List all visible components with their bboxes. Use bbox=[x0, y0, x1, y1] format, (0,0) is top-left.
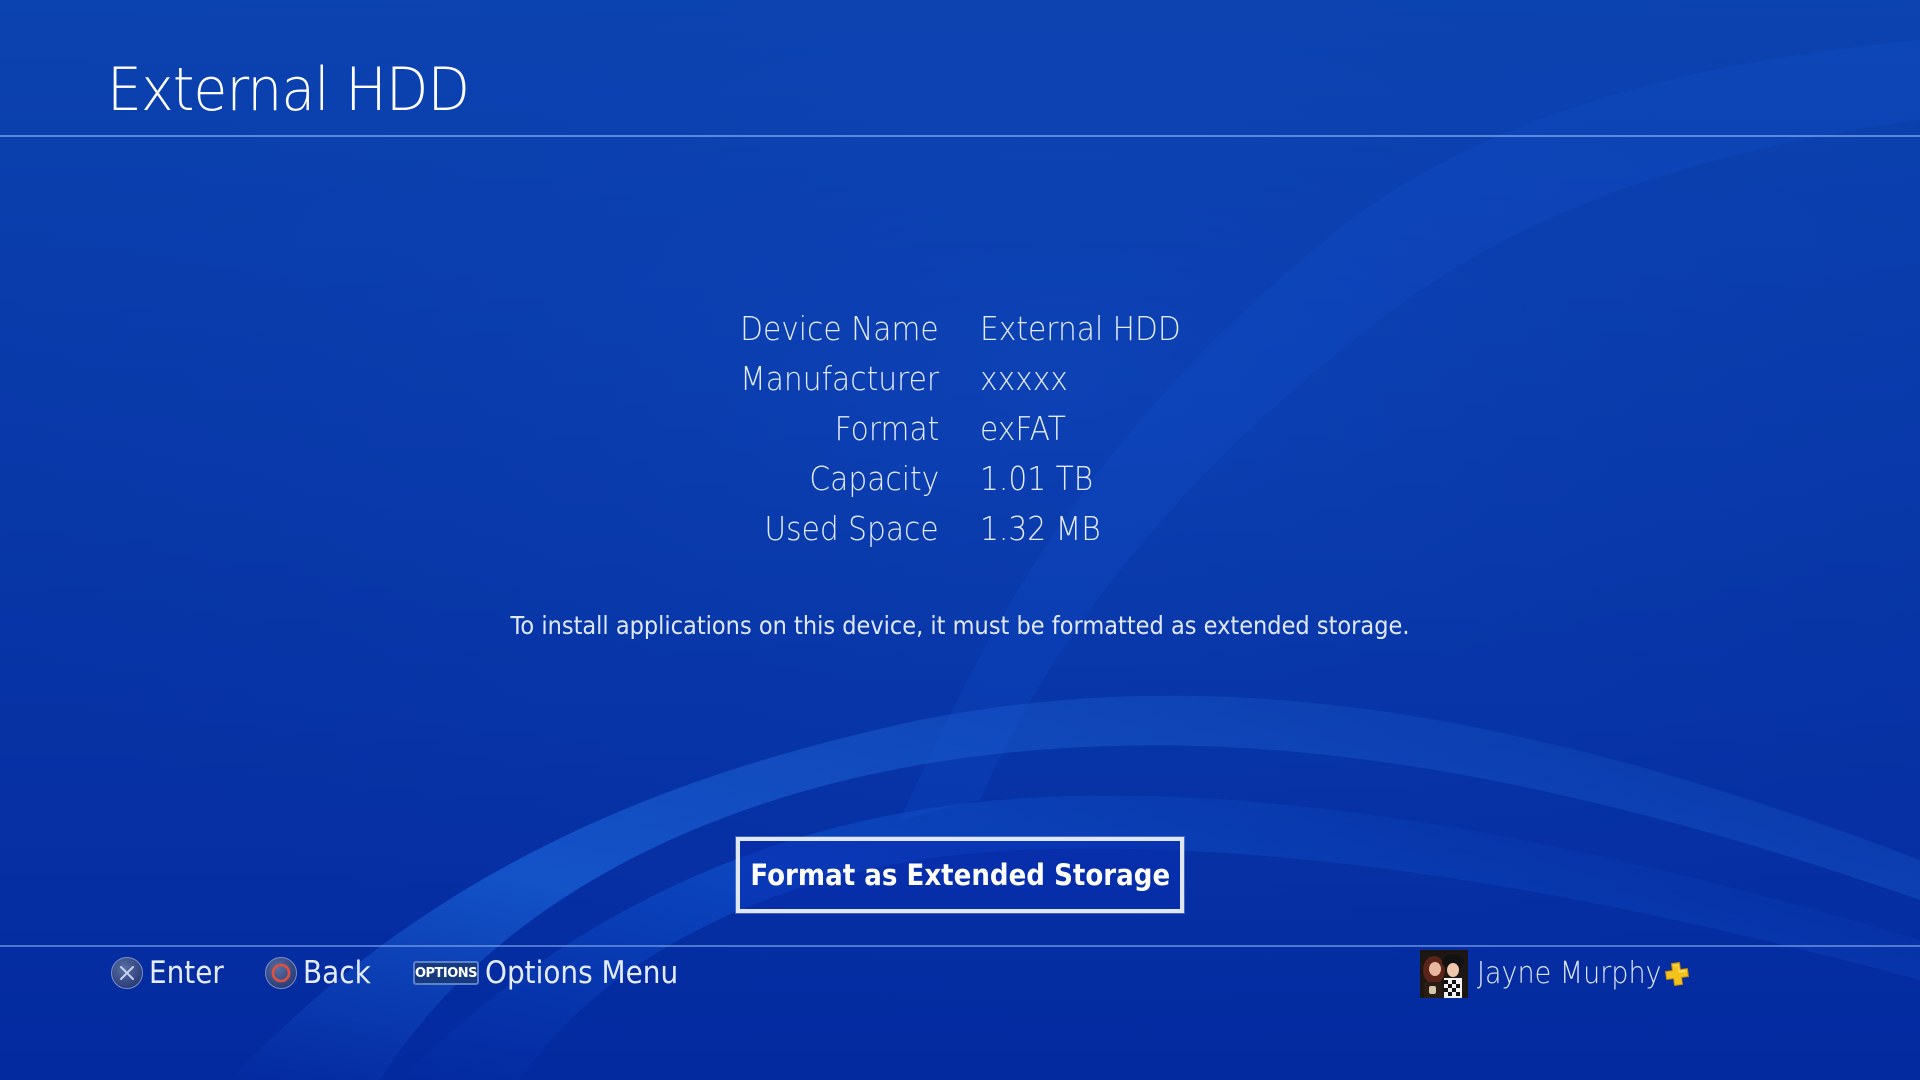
format-button-label: Format as Extended Storage bbox=[750, 858, 1170, 892]
info-label: Format bbox=[834, 409, 939, 448]
back-hint-label: Back bbox=[303, 955, 371, 991]
info-row-capacity: Capacity 1.01 TB bbox=[0, 454, 1920, 504]
info-label: Used Space bbox=[764, 509, 939, 548]
options-hint-label: Options Menu bbox=[485, 955, 679, 991]
info-value: exFAT bbox=[980, 409, 1066, 448]
options-button-icon: OPTIONS bbox=[413, 961, 479, 985]
enter-hint-label: Enter bbox=[149, 955, 224, 991]
cross-button-icon bbox=[111, 957, 143, 989]
header-divider bbox=[0, 135, 1920, 137]
playstation-plus-icon bbox=[1664, 961, 1690, 987]
circle-button-icon bbox=[265, 957, 297, 989]
info-value: xxxxx bbox=[980, 359, 1068, 398]
info-row-manufacturer: Manufacturer xxxxx bbox=[0, 354, 1920, 404]
user-avatar bbox=[1420, 950, 1468, 998]
format-extended-storage-button[interactable]: Format as Extended Storage bbox=[736, 837, 1184, 913]
info-row-format: Format exFAT bbox=[0, 404, 1920, 454]
user-name: Jayne Murphy bbox=[1477, 956, 1662, 991]
options-menu-hint[interactable]: OPTIONS Options Menu bbox=[413, 952, 700, 994]
info-label: Manufacturer bbox=[740, 359, 939, 398]
info-row-device-name: Device Name External HDD bbox=[0, 304, 1920, 354]
info-row-used-space: Used Space 1.32 MB bbox=[0, 504, 1920, 554]
device-info-table: Device Name External HDD Manufacturer xx… bbox=[0, 304, 1920, 554]
footer-divider bbox=[0, 945, 1920, 947]
info-label: Capacity bbox=[809, 459, 939, 498]
info-value: 1.32 MB bbox=[980, 509, 1101, 548]
enter-hint[interactable]: Enter bbox=[111, 952, 232, 994]
info-label: Device Name bbox=[740, 309, 939, 348]
format-notice: To install applications on this device, … bbox=[510, 611, 1410, 640]
page-title: External HDD bbox=[107, 55, 470, 125]
back-hint[interactable]: Back bbox=[265, 952, 378, 994]
info-value: External HDD bbox=[980, 309, 1181, 348]
info-value: 1.01 TB bbox=[980, 459, 1094, 498]
